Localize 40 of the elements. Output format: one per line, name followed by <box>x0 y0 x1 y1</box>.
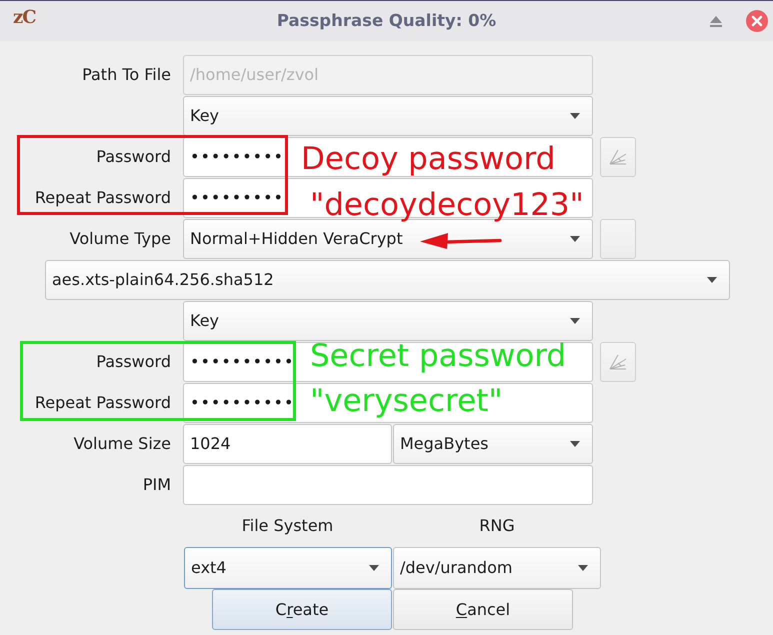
app-logo: zC <box>13 9 36 27</box>
key-source-dropdown[interactable]: Key <box>183 301 593 341</box>
caret-icon <box>570 318 580 324</box>
pim-field[interactable] <box>183 465 593 505</box>
key-source-dropdown[interactable]: Key <box>183 96 593 136</box>
annotation-text: "verysecret" <box>310 386 503 417</box>
file-system-dropdown[interactable]: ext4 <box>184 547 392 589</box>
fan-lines-icon <box>609 354 627 370</box>
fan-lines-icon <box>609 149 627 165</box>
volume-type-label: Volume Type <box>68 228 171 250</box>
annotation-text: "decoydecoy123" <box>310 190 584 221</box>
square-button[interactable] <box>600 137 636 177</box>
caret-icon <box>578 565 588 571</box>
caret-icon <box>570 236 580 242</box>
annotation-text: Secret password <box>310 341 566 372</box>
square-button[interactable] <box>600 219 636 259</box>
close-icon[interactable] <box>746 10 768 32</box>
password-label: Password <box>95 146 171 168</box>
caret-icon <box>570 113 580 119</box>
window-title: Passphrase Quality: 0% <box>276 10 496 32</box>
pim-label: PIM <box>142 474 171 496</box>
path-to-file-label: Path To File <box>81 64 171 86</box>
annotation-text: Decoy password <box>301 144 556 175</box>
password-label: Password <box>95 351 171 373</box>
caret-icon <box>707 277 717 283</box>
size-unit-dropdown[interactable]: MegaBytes <box>393 424 593 464</box>
caret-icon <box>570 441 580 447</box>
dialog-button[interactable]: Create <box>212 589 392 630</box>
rng-label: RNG <box>479 515 515 537</box>
square-button[interactable] <box>600 342 636 382</box>
repeat-password-label: Repeat Password <box>34 392 171 414</box>
rng-dropdown[interactable]: /dev/urandom <box>393 547 601 589</box>
dialog-button[interactable]: Cancel <box>393 589 573 630</box>
file-system-label: File System <box>242 515 334 537</box>
eject-icon[interactable] <box>710 16 722 27</box>
repeat-password-label: Repeat Password <box>34 187 171 209</box>
caret-icon <box>369 565 379 571</box>
cipher-dropdown[interactable]: aes.xts-plain64.256.sha512 <box>45 260 730 300</box>
volume-size-field[interactable]: 1024 <box>183 424 392 464</box>
volume-size-label: Volume Size <box>72 433 171 455</box>
